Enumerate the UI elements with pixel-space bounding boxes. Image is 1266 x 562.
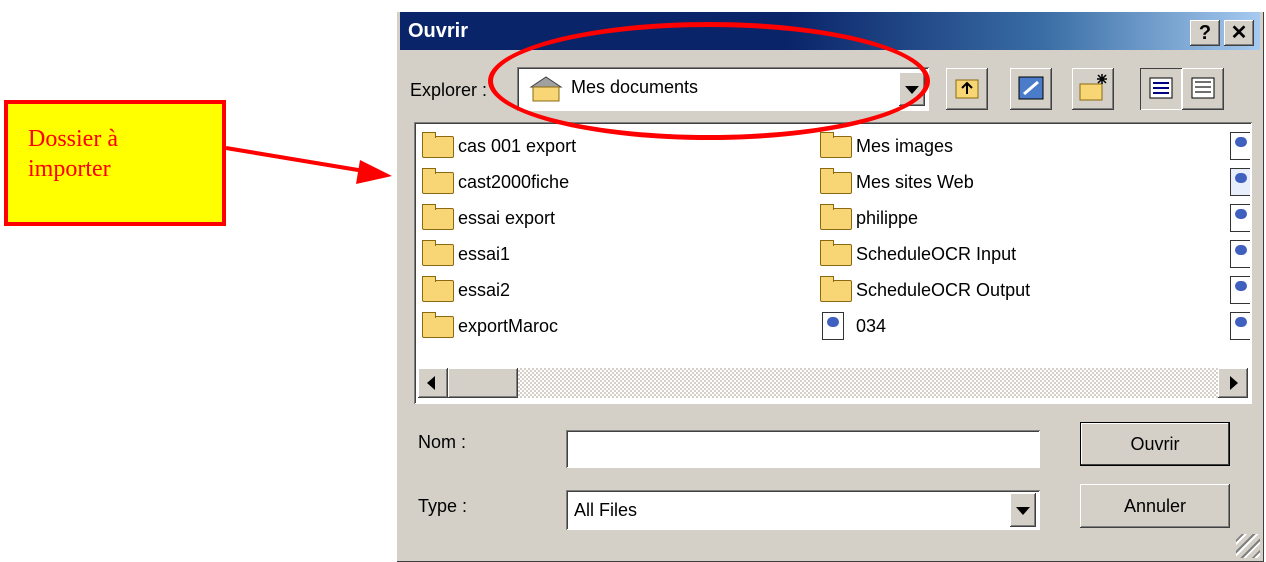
folder-icon	[820, 204, 852, 230]
list-view-icon	[1149, 77, 1173, 99]
word-document-icon	[1230, 168, 1250, 196]
folder-icon	[422, 168, 454, 194]
chevron-down-icon	[1016, 507, 1030, 515]
arrow-right-icon	[1230, 376, 1238, 390]
list-view-button[interactable]	[1140, 68, 1182, 110]
folder-icon	[422, 312, 454, 338]
document-icon	[1230, 276, 1250, 304]
close-button[interactable]: ✕	[1224, 20, 1254, 46]
scroll-left-button[interactable]	[418, 368, 448, 398]
dialog-title: Ouvrir	[408, 20, 469, 42]
document-icon	[1230, 240, 1250, 268]
folder-icon	[820, 276, 852, 302]
folder-icon	[422, 204, 454, 230]
up-folder-icon	[955, 79, 979, 99]
folder-icon	[422, 240, 454, 266]
open-button[interactable]: Ouvrir	[1080, 422, 1230, 466]
folder-icon	[422, 132, 454, 158]
scroll-right-button[interactable]	[1218, 368, 1248, 398]
file-type-select[interactable]: All Files	[566, 490, 1040, 530]
file-list[interactable]: cas 001 export cast2000fiche essai expor…	[414, 122, 1252, 404]
new-folder-icon	[1079, 74, 1107, 101]
lookin-label: Explorer :	[410, 80, 488, 100]
type-label: Type :	[418, 496, 468, 516]
document-icon	[1230, 132, 1250, 160]
help-button[interactable]: ?	[1190, 20, 1220, 46]
name-label: Nom :	[418, 432, 467, 452]
folder-icon	[820, 240, 852, 266]
resize-grip[interactable]	[1236, 534, 1260, 558]
desktop-button[interactable]	[1010, 68, 1052, 110]
new-folder-button[interactable]	[1072, 68, 1114, 110]
folder-icon	[820, 132, 852, 158]
document-icon	[822, 312, 844, 340]
annotation-circle	[488, 22, 930, 140]
folder-icon	[422, 276, 454, 302]
file-type-dropdown-button[interactable]	[1010, 493, 1036, 527]
cancel-button[interactable]: Annuler	[1080, 484, 1230, 528]
document-icon	[1230, 204, 1250, 232]
desktop-icon	[1018, 76, 1044, 100]
details-view-icon	[1191, 77, 1215, 99]
horizontal-scrollbar[interactable]	[418, 368, 1248, 398]
arrow-left-icon	[427, 376, 435, 390]
document-icon	[1230, 312, 1250, 340]
file-type-value: All Files	[574, 500, 638, 520]
third-column-partial	[1230, 132, 1250, 350]
file-name-input[interactable]	[566, 430, 1040, 468]
annotation-arrow	[225, 146, 392, 184]
up-one-level-button[interactable]	[946, 68, 988, 110]
scrollbar-thumb[interactable]	[448, 368, 518, 398]
details-view-button[interactable]	[1182, 68, 1224, 110]
folder-icon	[820, 168, 852, 194]
